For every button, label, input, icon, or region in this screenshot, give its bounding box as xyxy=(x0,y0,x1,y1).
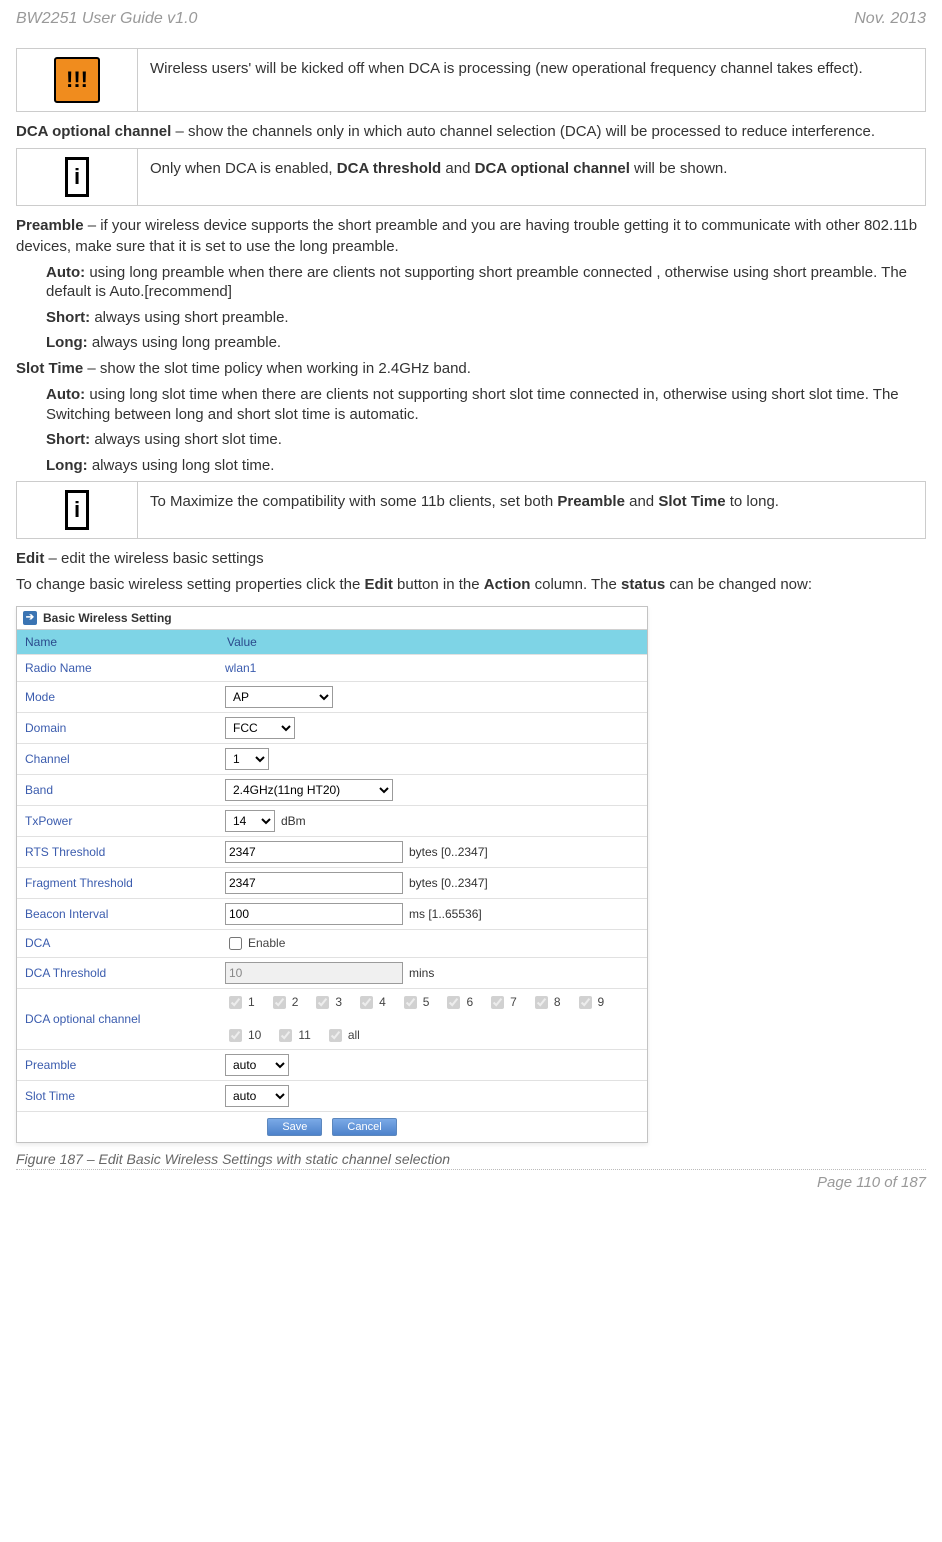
info-note-compat: i To Maximize the compatibility with som… xyxy=(16,481,926,539)
slot-short: Short: always using short slot time. xyxy=(46,430,926,450)
dca-opt-10 xyxy=(229,1029,242,1042)
rts-label: RTS Threshold xyxy=(17,839,219,865)
dca-thresh-unit: mins xyxy=(409,966,434,980)
header-left: BW2251 User Guide v1.0 xyxy=(16,10,197,28)
mode-label: Mode xyxy=(17,684,219,710)
save-button[interactable]: Save xyxy=(267,1118,322,1136)
warning-icon: !!! xyxy=(54,57,100,103)
dca-thresh-input xyxy=(225,962,403,984)
cancel-button[interactable]: Cancel xyxy=(332,1118,396,1136)
preamble-label: Preamble xyxy=(17,1052,219,1078)
dca-opt-4 xyxy=(360,996,373,1009)
domain-label: Domain xyxy=(17,715,219,741)
beacon-label: Beacon Interval xyxy=(17,901,219,927)
dca-opt-1 xyxy=(229,996,242,1009)
frag-label: Fragment Threshold xyxy=(17,870,219,896)
arrow-icon: ➔ xyxy=(23,611,37,625)
warning-note: !!! Wireless users' will be kicked off w… xyxy=(16,48,926,112)
beacon-input[interactable] xyxy=(225,903,403,925)
dca-opt-11 xyxy=(279,1029,292,1042)
domain-select[interactable]: FCC xyxy=(225,717,295,739)
slot-desc: Slot Time – show the slot time policy wh… xyxy=(16,359,926,379)
dca-enable-text: Enable xyxy=(248,936,285,950)
dca-enable-checkbox[interactable] xyxy=(229,937,242,950)
figure-caption: Figure 187 – Edit Basic Wireless Setting… xyxy=(16,1151,926,1167)
header-right: Nov. 2013 xyxy=(854,10,926,28)
dca-opt-3 xyxy=(316,996,329,1009)
info-text: To Maximize the compatibility with some … xyxy=(138,482,925,538)
band-select[interactable]: 2.4GHz(11ng HT20) xyxy=(225,779,393,801)
page-footer: Page 110 of 187 xyxy=(16,1174,926,1191)
preamble-select[interactable]: auto xyxy=(225,1054,289,1076)
slot-select[interactable]: auto xyxy=(225,1085,289,1107)
col-value: Value xyxy=(219,630,647,654)
info-text: Only when DCA is enabled, DCA threshold … xyxy=(138,149,925,205)
preamble-short: Short: always using short preamble. xyxy=(46,308,926,328)
info-icon: i xyxy=(65,490,89,530)
txpower-label: TxPower xyxy=(17,808,219,834)
edit-desc: Edit – edit the wireless basic settings xyxy=(16,549,926,569)
rts-input[interactable] xyxy=(225,841,403,863)
warning-text: Wireless users' will be kicked off when … xyxy=(138,49,925,111)
channel-label: Channel xyxy=(17,746,219,772)
radio-name-value: wlan1 xyxy=(225,661,256,675)
mode-select[interactable]: AP xyxy=(225,686,333,708)
band-label: Band xyxy=(17,777,219,803)
rts-unit: bytes [0..2347] xyxy=(409,845,488,859)
dca-opt-label: DCA optional channel xyxy=(17,1006,219,1032)
change-desc: To change basic wireless setting propert… xyxy=(16,575,926,595)
frag-input[interactable] xyxy=(225,872,403,894)
slot-long: Long: always using long slot time. xyxy=(46,456,926,476)
panel-title: Basic Wireless Setting xyxy=(43,611,172,625)
radio-name-label: Radio Name xyxy=(17,655,219,681)
dca-opt-9 xyxy=(579,996,592,1009)
slot-label: Slot Time xyxy=(17,1083,219,1109)
dca-thresh-label: DCA Threshold xyxy=(17,960,219,986)
basic-wireless-setting-panel: ➔ Basic Wireless Setting Name Value Radio… xyxy=(16,606,648,1143)
info-icon: i xyxy=(65,157,89,197)
col-name: Name xyxy=(17,630,219,654)
slot-auto: Auto: using long slot time when there ar… xyxy=(46,385,926,424)
beacon-unit: ms [1..65536] xyxy=(409,907,482,921)
txpower-select[interactable]: 14 xyxy=(225,810,275,832)
channel-select[interactable]: 1 xyxy=(225,748,269,770)
dca-opt-5 xyxy=(404,996,417,1009)
dca-label: DCA xyxy=(17,930,219,956)
preamble-long: Long: always using long preamble. xyxy=(46,333,926,353)
preamble-auto: Auto: using long preamble when there are… xyxy=(46,263,926,302)
dca-opt-6 xyxy=(447,996,460,1009)
dca-opt-2 xyxy=(273,996,286,1009)
frag-unit: bytes [0..2347] xyxy=(409,876,488,890)
dca-opt-8 xyxy=(535,996,548,1009)
txpower-unit: dBm xyxy=(281,814,306,828)
info-note-dca: i Only when DCA is enabled, DCA threshol… xyxy=(16,148,926,206)
dca-opt-all xyxy=(329,1029,342,1042)
preamble-desc: Preamble – if your wireless device suppo… xyxy=(16,216,926,257)
dca-channel-desc: DCA optional channel – show the channels… xyxy=(16,122,926,142)
dca-opt-7 xyxy=(491,996,504,1009)
